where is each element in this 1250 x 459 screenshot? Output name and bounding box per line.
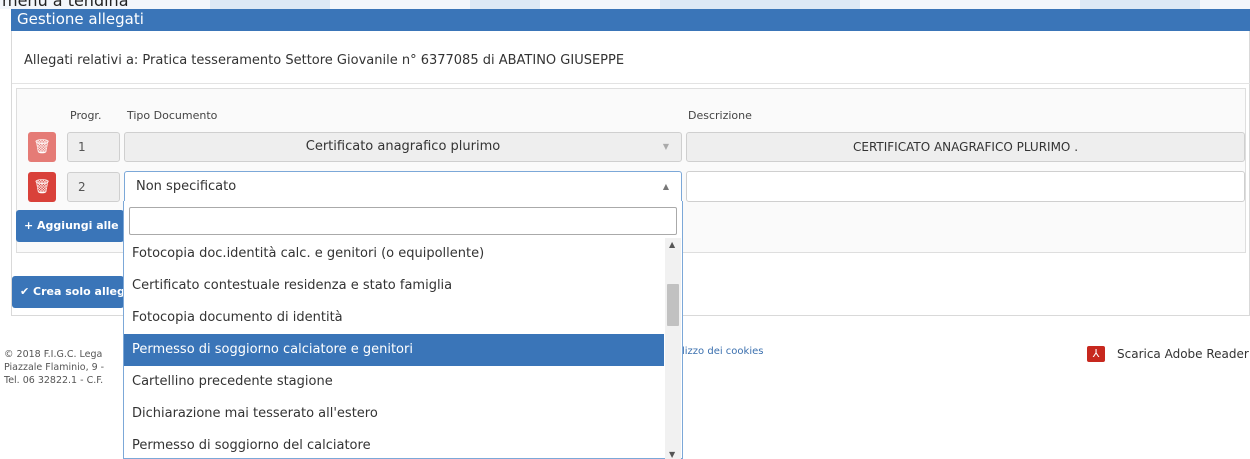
add-attachment-button[interactable]: + Aggiungi alle xyxy=(16,210,124,242)
footer-line: Tel. 06 32822.1 - C.F. xyxy=(4,375,104,386)
adobe-reader-label: Scarica Adobe Reader xyxy=(1117,347,1249,361)
cut-top-text: menù a tendina xyxy=(2,0,129,9)
top-strip: menù a tendina xyxy=(0,0,1250,9)
top-tab xyxy=(210,0,330,9)
divider xyxy=(12,83,1250,84)
descrizione-input[interactable] xyxy=(686,171,1245,202)
column-header-progr: Progr. xyxy=(70,109,102,122)
dropdown-option[interactable]: Fotocopia documento di identità xyxy=(124,302,664,334)
panel-subtitle: Allegati relativi a: Pratica tesserament… xyxy=(24,53,625,68)
top-tab xyxy=(660,0,860,9)
footer-line: © 2018 F.I.G.C. Lega xyxy=(4,349,103,360)
delete-row-button[interactable]: 🗑 xyxy=(28,172,56,202)
dropdown-option[interactable]: Permesso di soggiorno calciatore e genit… xyxy=(124,334,664,366)
top-tab xyxy=(470,0,540,9)
column-header-tipo: Tipo Documento xyxy=(127,109,218,122)
tipo-documento-value: Non specificato xyxy=(136,179,237,194)
adobe-reader-link[interactable]: ⅄ Scarica Adobe Reader xyxy=(1087,346,1249,362)
tipo-documento-value: Certificato anagrafico plurimo xyxy=(305,139,501,154)
dropdown-options: Fotocopia doc.identità calc. e genitori … xyxy=(124,238,664,459)
scrollbar-thumb[interactable] xyxy=(667,284,679,326)
create-attachments-button[interactable]: ✔ Crea solo alleg xyxy=(12,276,124,308)
add-attachment-label: + Aggiungi alle xyxy=(24,219,119,232)
pdf-icon: ⅄ xyxy=(1087,346,1105,362)
dropdown-option[interactable]: Cartellino precedente stagione xyxy=(124,366,664,398)
progr-field: 1 xyxy=(67,132,120,162)
tipo-documento-select: Certificato anagrafico plurimo ▼ xyxy=(124,132,682,162)
window-title: Gestione allegati xyxy=(17,10,144,28)
dropdown-option[interactable]: Certificato contestuale residenza e stat… xyxy=(124,270,664,302)
dropdown-option[interactable]: Fotocopia doc.identità calc. e genitori … xyxy=(124,238,664,270)
window-title-bar: Gestione allegati xyxy=(11,9,1250,31)
progr-field: 2 xyxy=(67,172,120,202)
dropdown-option[interactable]: Dichiarazione mai tesserato all'estero xyxy=(124,398,664,430)
create-attachments-label: ✔ Crea solo alleg xyxy=(20,285,124,298)
top-tab xyxy=(1080,0,1200,9)
footer-line: Piazzale Flaminio, 9 - xyxy=(4,362,105,373)
tipo-documento-dropdown: Fotocopia doc.identità calc. e genitori … xyxy=(123,201,683,459)
footer-info: © 2018 F.I.G.C. Lega Piazzale Flaminio, … xyxy=(4,348,104,387)
cookies-link[interactable]: lizzo dei cookies xyxy=(682,346,763,357)
tipo-documento-select[interactable]: Non specificato ▲ xyxy=(124,171,682,202)
scroll-down-icon[interactable]: ▼ xyxy=(669,450,675,459)
chevron-up-icon: ▲ xyxy=(662,182,669,191)
trash-icon: 🗑 xyxy=(33,179,51,195)
trash-icon: 🗑 xyxy=(33,139,51,155)
chevron-down-icon: ▼ xyxy=(662,142,669,151)
dropdown-scrollbar[interactable]: ▲ ▼ xyxy=(665,238,681,459)
dropdown-option[interactable]: Permesso di soggiorno del calciatore xyxy=(124,430,664,459)
descrizione-field: CERTIFICATO ANAGRAFICO PLURIMO . xyxy=(686,132,1245,162)
dropdown-search-input[interactable] xyxy=(129,207,677,235)
scroll-up-icon[interactable]: ▲ xyxy=(669,240,675,249)
column-header-descrizione: Descrizione xyxy=(688,109,752,122)
delete-row-button[interactable]: 🗑 xyxy=(28,132,56,162)
